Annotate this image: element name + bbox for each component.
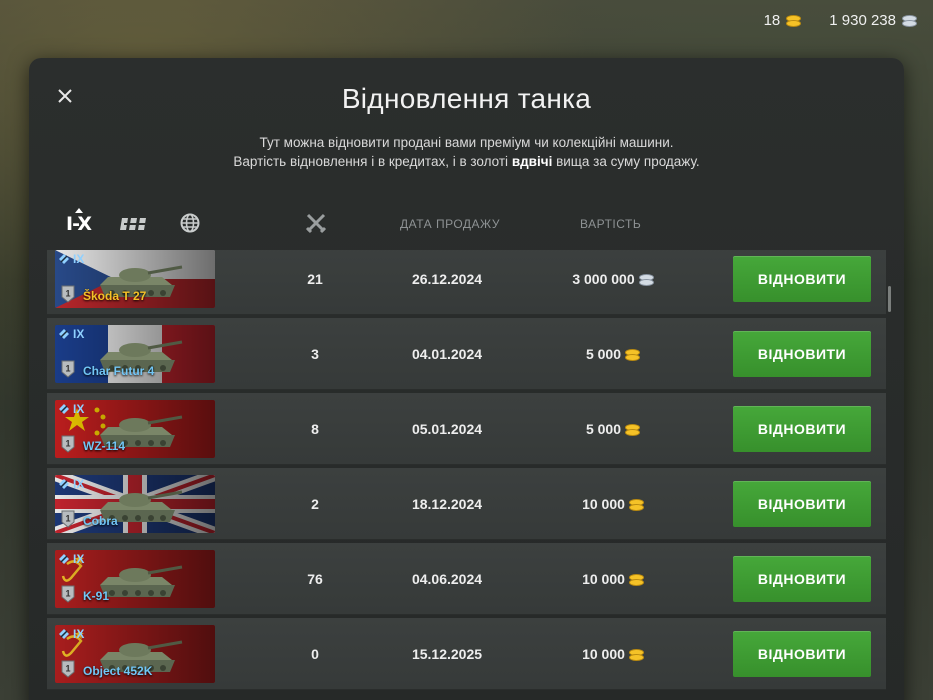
credits-balance: 1 930 238 bbox=[829, 12, 917, 29]
nation-sort-icon[interactable] bbox=[120, 214, 150, 234]
cost-value: 10 000 bbox=[582, 571, 625, 587]
restore-button[interactable]: ВІДНОВИТИ bbox=[733, 331, 871, 377]
desc-line-2: Вартість відновлення і в кредитах, і в з… bbox=[233, 154, 700, 169]
restore-button[interactable]: ВІДНОВИТИ bbox=[733, 481, 871, 527]
cost-value: 5 000 bbox=[585, 346, 622, 362]
cost-column-header[interactable]: ВАРТІСТЬ bbox=[580, 217, 641, 231]
tank-thumbnail: IX 1 K-91 bbox=[55, 550, 215, 608]
tank-tier: IX bbox=[73, 627, 85, 641]
sale-date: 04.01.2024 bbox=[411, 346, 483, 362]
tank-name: Char Futur 4 bbox=[83, 364, 155, 378]
tank-name: Škoda T 27 bbox=[83, 289, 147, 303]
battles-column-icon[interactable] bbox=[304, 211, 328, 235]
mastery-value: 1 bbox=[65, 589, 70, 599]
battles-count: 8 bbox=[311, 421, 319, 437]
tank-row[interactable]: IX 1 K-91 76 04.06.2024 10 000 ВІДНОВИТИ bbox=[47, 543, 886, 615]
sale-date: 15.12.2025 bbox=[411, 646, 483, 662]
gold-icon bbox=[625, 348, 641, 361]
tank-name: K-91 bbox=[83, 589, 110, 603]
credits-icon bbox=[902, 15, 917, 27]
tank-class-icon bbox=[59, 329, 69, 339]
restore-button[interactable]: ВІДНОВИТИ bbox=[733, 406, 871, 452]
mastery-value: 1 bbox=[65, 664, 70, 674]
mastery-badge-icon: 1 bbox=[61, 585, 75, 603]
list-header: I-X ДАТА ПРОДАЖУ ВАРТІСТЬ bbox=[29, 203, 904, 248]
sale-date: 18.12.2024 bbox=[411, 496, 483, 512]
tank-name: Cobra bbox=[83, 514, 118, 528]
tank-row[interactable]: IX 1 Char Futur 4 3 04.01.2024 5 000 ВІДНОВИТИ bbox=[47, 318, 886, 390]
desc-line-1: Тут можна відновити продані вами преміум… bbox=[259, 135, 674, 150]
gold-icon bbox=[786, 15, 802, 27]
credits-icon bbox=[638, 273, 654, 286]
dialog-description: Тут можна відновити продані вами преміум… bbox=[29, 133, 904, 171]
restore-cost: 3 000 000 bbox=[552, 250, 672, 315]
tank-tier: IX bbox=[73, 552, 85, 566]
restore-button[interactable]: ВІДНОВИТИ bbox=[733, 256, 871, 302]
tank-tier: IX bbox=[73, 327, 85, 341]
tank-thumbnail: IX 1 Cobra bbox=[55, 475, 215, 533]
sale-date: 04.06.2024 bbox=[411, 571, 483, 587]
restore-button[interactable]: ВІДНОВИТИ bbox=[733, 631, 871, 677]
gold-icon bbox=[628, 498, 644, 511]
tier-sort-tab[interactable]: I-X bbox=[66, 213, 92, 235]
restore-cost: 10 000 bbox=[552, 543, 672, 615]
cost-value: 10 000 bbox=[582, 646, 625, 662]
mastery-badge-icon: 1 bbox=[61, 660, 75, 678]
mastery-value: 1 bbox=[65, 514, 70, 524]
cost-value: 10 000 bbox=[582, 496, 625, 512]
tank-name: Object 452K bbox=[83, 664, 153, 678]
mastery-badge-icon: 1 bbox=[61, 360, 75, 378]
mastery-badge-icon: 1 bbox=[61, 435, 75, 453]
tank-row[interactable]: IX 1 WZ-114 8 05.01.2024 5 000 ВІДНОВИТИ bbox=[47, 393, 886, 465]
date-column-header[interactable]: ДАТА ПРОДАЖУ bbox=[400, 217, 500, 231]
cost-value: 5 000 bbox=[585, 421, 622, 437]
battles-count: 2 bbox=[311, 496, 319, 512]
gold-balance: 18 bbox=[763, 12, 802, 29]
tank-class-icon bbox=[59, 629, 69, 639]
globe-icon[interactable] bbox=[179, 212, 201, 234]
mastery-value: 1 bbox=[65, 439, 70, 449]
currency-bar: 18 1 930 238 bbox=[763, 12, 917, 29]
gold-amount: 18 bbox=[763, 12, 781, 29]
gold-icon bbox=[628, 573, 644, 586]
restore-cost: 10 000 bbox=[552, 468, 672, 540]
tank-class-icon bbox=[59, 404, 69, 414]
credits-amount: 1 930 238 bbox=[829, 12, 896, 29]
mastery-value: 1 bbox=[65, 289, 70, 299]
tank-tier: IX bbox=[73, 402, 85, 416]
restore-cost: 5 000 bbox=[552, 318, 672, 390]
tank-list[interactable]: IX 1 Škoda T 27 21 26.12.2024 3 000 000 ВІДНОВ… bbox=[47, 250, 886, 700]
gold-icon bbox=[625, 423, 641, 436]
tank-class-icon bbox=[59, 254, 69, 264]
sale-date: 05.01.2024 bbox=[411, 421, 483, 437]
mastery-badge-icon: 1 bbox=[61, 510, 75, 528]
sale-date: 26.12.2024 bbox=[411, 271, 483, 287]
dialog-title: Відновлення танка bbox=[341, 83, 592, 114]
gold-icon bbox=[628, 648, 644, 661]
tank-row[interactable]: IX 1 Object 452K 0 15.12.2025 10 000 ВІДНОВИТИ bbox=[47, 618, 886, 690]
tank-tier: IX bbox=[73, 252, 85, 266]
battles-count: 0 bbox=[311, 646, 319, 662]
battles-count: 3 bbox=[311, 346, 319, 362]
restore-button[interactable]: ВІДНОВИТИ bbox=[733, 556, 871, 602]
scrollbar[interactable] bbox=[888, 286, 891, 312]
cost-value: 3 000 000 bbox=[572, 271, 635, 287]
restore-tank-dialog: Відновлення танка Тут можна відновити пр… bbox=[29, 58, 904, 700]
tank-class-icon bbox=[59, 554, 69, 564]
mastery-badge-icon: 1 bbox=[61, 285, 75, 303]
mastery-value: 1 bbox=[65, 364, 70, 374]
restore-cost: 10 000 bbox=[552, 618, 672, 690]
tank-thumbnail: IX 1 WZ-114 bbox=[55, 400, 215, 458]
tank-row[interactable]: IX 1 Cobra 2 18.12.2024 10 000 ВІДНОВИТИ bbox=[47, 468, 886, 540]
battles-count: 76 bbox=[307, 571, 323, 587]
tank-tier: IX bbox=[73, 477, 85, 491]
tank-name: WZ-114 bbox=[83, 439, 126, 453]
tank-class-icon bbox=[59, 479, 69, 489]
restore-cost: 5 000 bbox=[552, 393, 672, 465]
tank-row[interactable]: IX 1 Škoda T 27 21 26.12.2024 3 000 000 ВІДНОВ… bbox=[47, 250, 886, 315]
tank-thumbnail: IX 1 Škoda T 27 bbox=[55, 250, 215, 308]
tank-thumbnail: IX 1 Object 452K bbox=[55, 625, 215, 683]
battles-count: 21 bbox=[307, 271, 323, 287]
tank-thumbnail: IX 1 Char Futur 4 bbox=[55, 325, 215, 383]
